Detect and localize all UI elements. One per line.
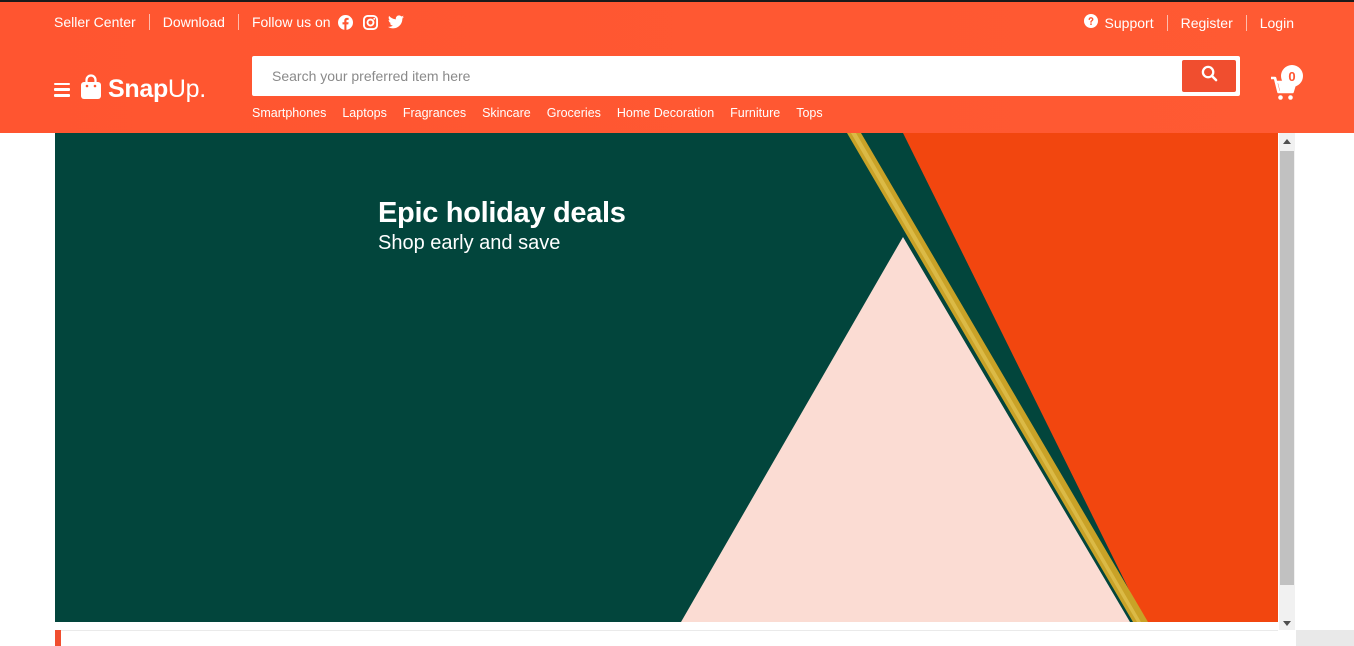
cart-count-badge: 0	[1281, 65, 1303, 87]
hamburger-menu-icon[interactable]	[54, 82, 70, 97]
section-accent	[55, 630, 61, 646]
section-bar	[55, 630, 1278, 646]
divider	[1166, 14, 1168, 31]
chevron-down-icon	[1283, 620, 1291, 626]
category-link[interactable]: Fragrances	[403, 106, 466, 120]
brand-logo[interactable]: SnapUp.	[108, 75, 206, 104]
topbar-left: Seller Center Download Follow us on	[54, 14, 404, 30]
banner-title: Epic holiday deals	[378, 197, 626, 229]
category-link[interactable]: Furniture	[730, 106, 780, 120]
facebook-icon[interactable]	[337, 14, 353, 30]
page-edge	[1296, 630, 1354, 646]
instagram-icon[interactable]	[362, 14, 378, 30]
category-link[interactable]: Groceries	[547, 106, 601, 120]
category-link[interactable]: Home Decoration	[617, 106, 714, 120]
brand-name-bold: Snap	[108, 75, 168, 103]
divider	[148, 14, 150, 30]
category-link[interactable]: Skincare	[482, 106, 531, 120]
category-nav: Smartphones Laptops Fragrances Skincare …	[252, 106, 823, 120]
search-input[interactable]	[254, 58, 1180, 94]
banner-scrollbar[interactable]	[1279, 133, 1295, 631]
category-link[interactable]: Laptops	[342, 106, 386, 120]
brand: SnapUp.	[54, 74, 206, 105]
support-label: Support	[1104, 14, 1154, 31]
topbar-right: Support Register Login	[1083, 14, 1294, 31]
shopping-bag-icon	[80, 74, 102, 105]
search-bar	[252, 56, 1240, 96]
content-strip	[0, 630, 1354, 646]
banner-subtitle: Shop early and save	[378, 232, 561, 254]
twitter-icon[interactable]	[387, 15, 404, 29]
scroll-down-button[interactable]	[1279, 615, 1295, 631]
scroll-thumb[interactable]	[1280, 151, 1294, 585]
brand-name-light: Up.	[167, 75, 206, 103]
banner-artwork	[681, 133, 1278, 622]
search-icon	[1201, 65, 1218, 87]
hero-banner[interactable]: Epic holiday deals Shop early and save	[55, 133, 1278, 622]
download-link[interactable]: Download	[163, 14, 225, 30]
category-link[interactable]: Smartphones	[252, 106, 326, 120]
follow-us-label: Follow us on	[251, 14, 331, 30]
cart-icon	[1270, 76, 1298, 106]
seller-center-link[interactable]: Seller Center	[54, 14, 136, 30]
help-icon	[1083, 14, 1098, 31]
scroll-up-button[interactable]	[1279, 133, 1295, 149]
divider	[237, 14, 239, 30]
divider	[1245, 14, 1247, 31]
chevron-up-icon	[1283, 138, 1291, 144]
support-link[interactable]: Support	[1083, 14, 1154, 31]
site-header: Seller Center Download Follow us on Supp…	[0, 0, 1354, 133]
register-link[interactable]: Register	[1181, 15, 1233, 31]
category-link[interactable]: Tops	[796, 106, 822, 120]
login-link[interactable]: Login	[1260, 15, 1294, 31]
social-links	[337, 14, 404, 30]
search-button[interactable]	[1182, 60, 1236, 92]
